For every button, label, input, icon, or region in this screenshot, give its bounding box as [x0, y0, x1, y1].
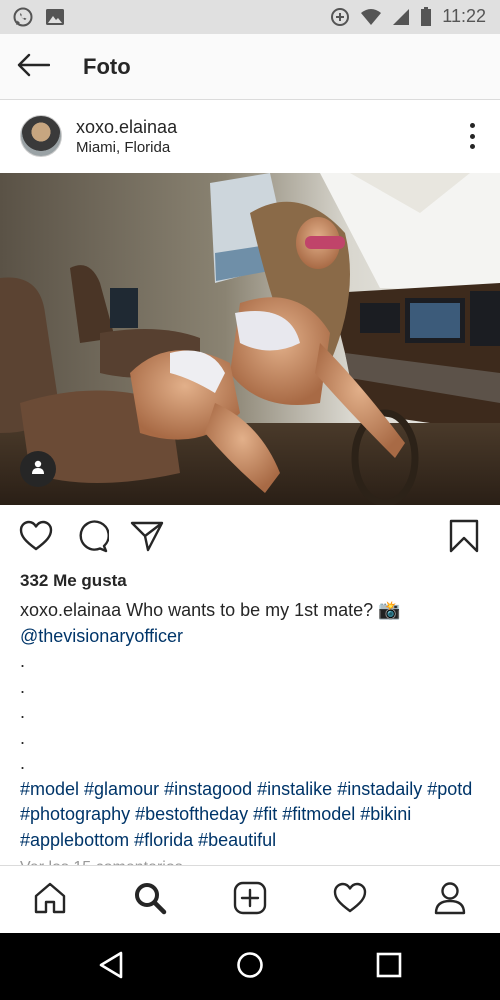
home-circle-icon — [236, 951, 264, 984]
share-button[interactable] — [127, 518, 167, 558]
caption-text: Who wants to be my 1st mate? 📸 — [121, 600, 401, 620]
post-header: xoxo.elainaa Miami, Florida — [0, 101, 500, 173]
system-recents-button[interactable] — [373, 951, 405, 983]
photo-image — [0, 173, 500, 505]
caption-hashtags[interactable]: #model #glamour #instagood #instalike #i… — [20, 777, 482, 854]
back-triangle-icon — [98, 951, 124, 984]
person-icon — [30, 459, 46, 480]
caption-dot: . — [20, 702, 26, 722]
more-dot — [469, 144, 475, 149]
back-button[interactable] — [14, 50, 52, 84]
signal-icon — [392, 7, 410, 27]
share-icon — [130, 520, 164, 557]
gallery-icon — [44, 6, 66, 28]
post-photo[interactable] — [0, 173, 500, 505]
recents-square-icon — [376, 952, 402, 983]
post-location[interactable]: Miami, Florida — [76, 139, 170, 156]
post-caption: xoxo.elainaa Who wants to be my 1st mate… — [20, 598, 482, 853]
wifi-icon — [360, 7, 382, 27]
system-back-button[interactable] — [95, 951, 127, 983]
post-username[interactable]: xoxo.elainaa — [76, 117, 177, 138]
profile-icon — [433, 881, 467, 920]
more-dot — [469, 133, 475, 139]
caption-dot: . — [20, 753, 26, 773]
data-saver-icon — [330, 7, 350, 27]
tagged-people-button[interactable] — [20, 451, 56, 487]
activity-icon — [333, 882, 367, 919]
clock: 11:22 — [442, 6, 486, 26]
tab-profile[interactable] — [430, 880, 470, 920]
save-button[interactable] — [444, 518, 484, 558]
likes-count[interactable]: 332 Me gusta — [20, 571, 127, 591]
caption-dot: . — [20, 651, 26, 671]
tab-new-post[interactable] — [230, 880, 270, 920]
add-icon — [233, 881, 267, 920]
like-button[interactable] — [16, 518, 56, 558]
search-icon — [133, 881, 167, 920]
status-bar: 11:22 — [0, 0, 500, 34]
more-dot — [469, 123, 475, 128]
whatsapp-icon — [12, 6, 34, 28]
caption-mention[interactable]: @thevisionaryofficer — [20, 624, 482, 650]
comment-button[interactable] — [72, 518, 112, 558]
caption-username[interactable]: xoxo.elainaa — [20, 600, 121, 620]
caption-dots: . . . . . — [20, 649, 482, 777]
app-bar: Foto — [0, 34, 500, 100]
comment-icon — [75, 519, 110, 558]
arrow-left-icon — [16, 53, 51, 82]
system-nav-bar — [0, 933, 500, 1000]
page-title: Foto — [83, 54, 131, 79]
caption-dot: . — [20, 676, 26, 697]
system-home-button[interactable] — [234, 951, 266, 983]
bottom-tab-bar — [0, 865, 500, 933]
tab-activity[interactable] — [330, 880, 370, 920]
tab-home[interactable] — [30, 880, 70, 920]
post-actions — [0, 518, 500, 558]
more-options-button[interactable] — [466, 123, 478, 149]
avatar[interactable] — [20, 115, 62, 157]
caption-dot: . — [20, 727, 26, 748]
battery-icon — [420, 6, 432, 27]
heart-icon — [19, 520, 53, 557]
bookmark-icon — [449, 519, 479, 558]
tab-search[interactable] — [130, 880, 170, 920]
home-icon — [33, 881, 67, 920]
